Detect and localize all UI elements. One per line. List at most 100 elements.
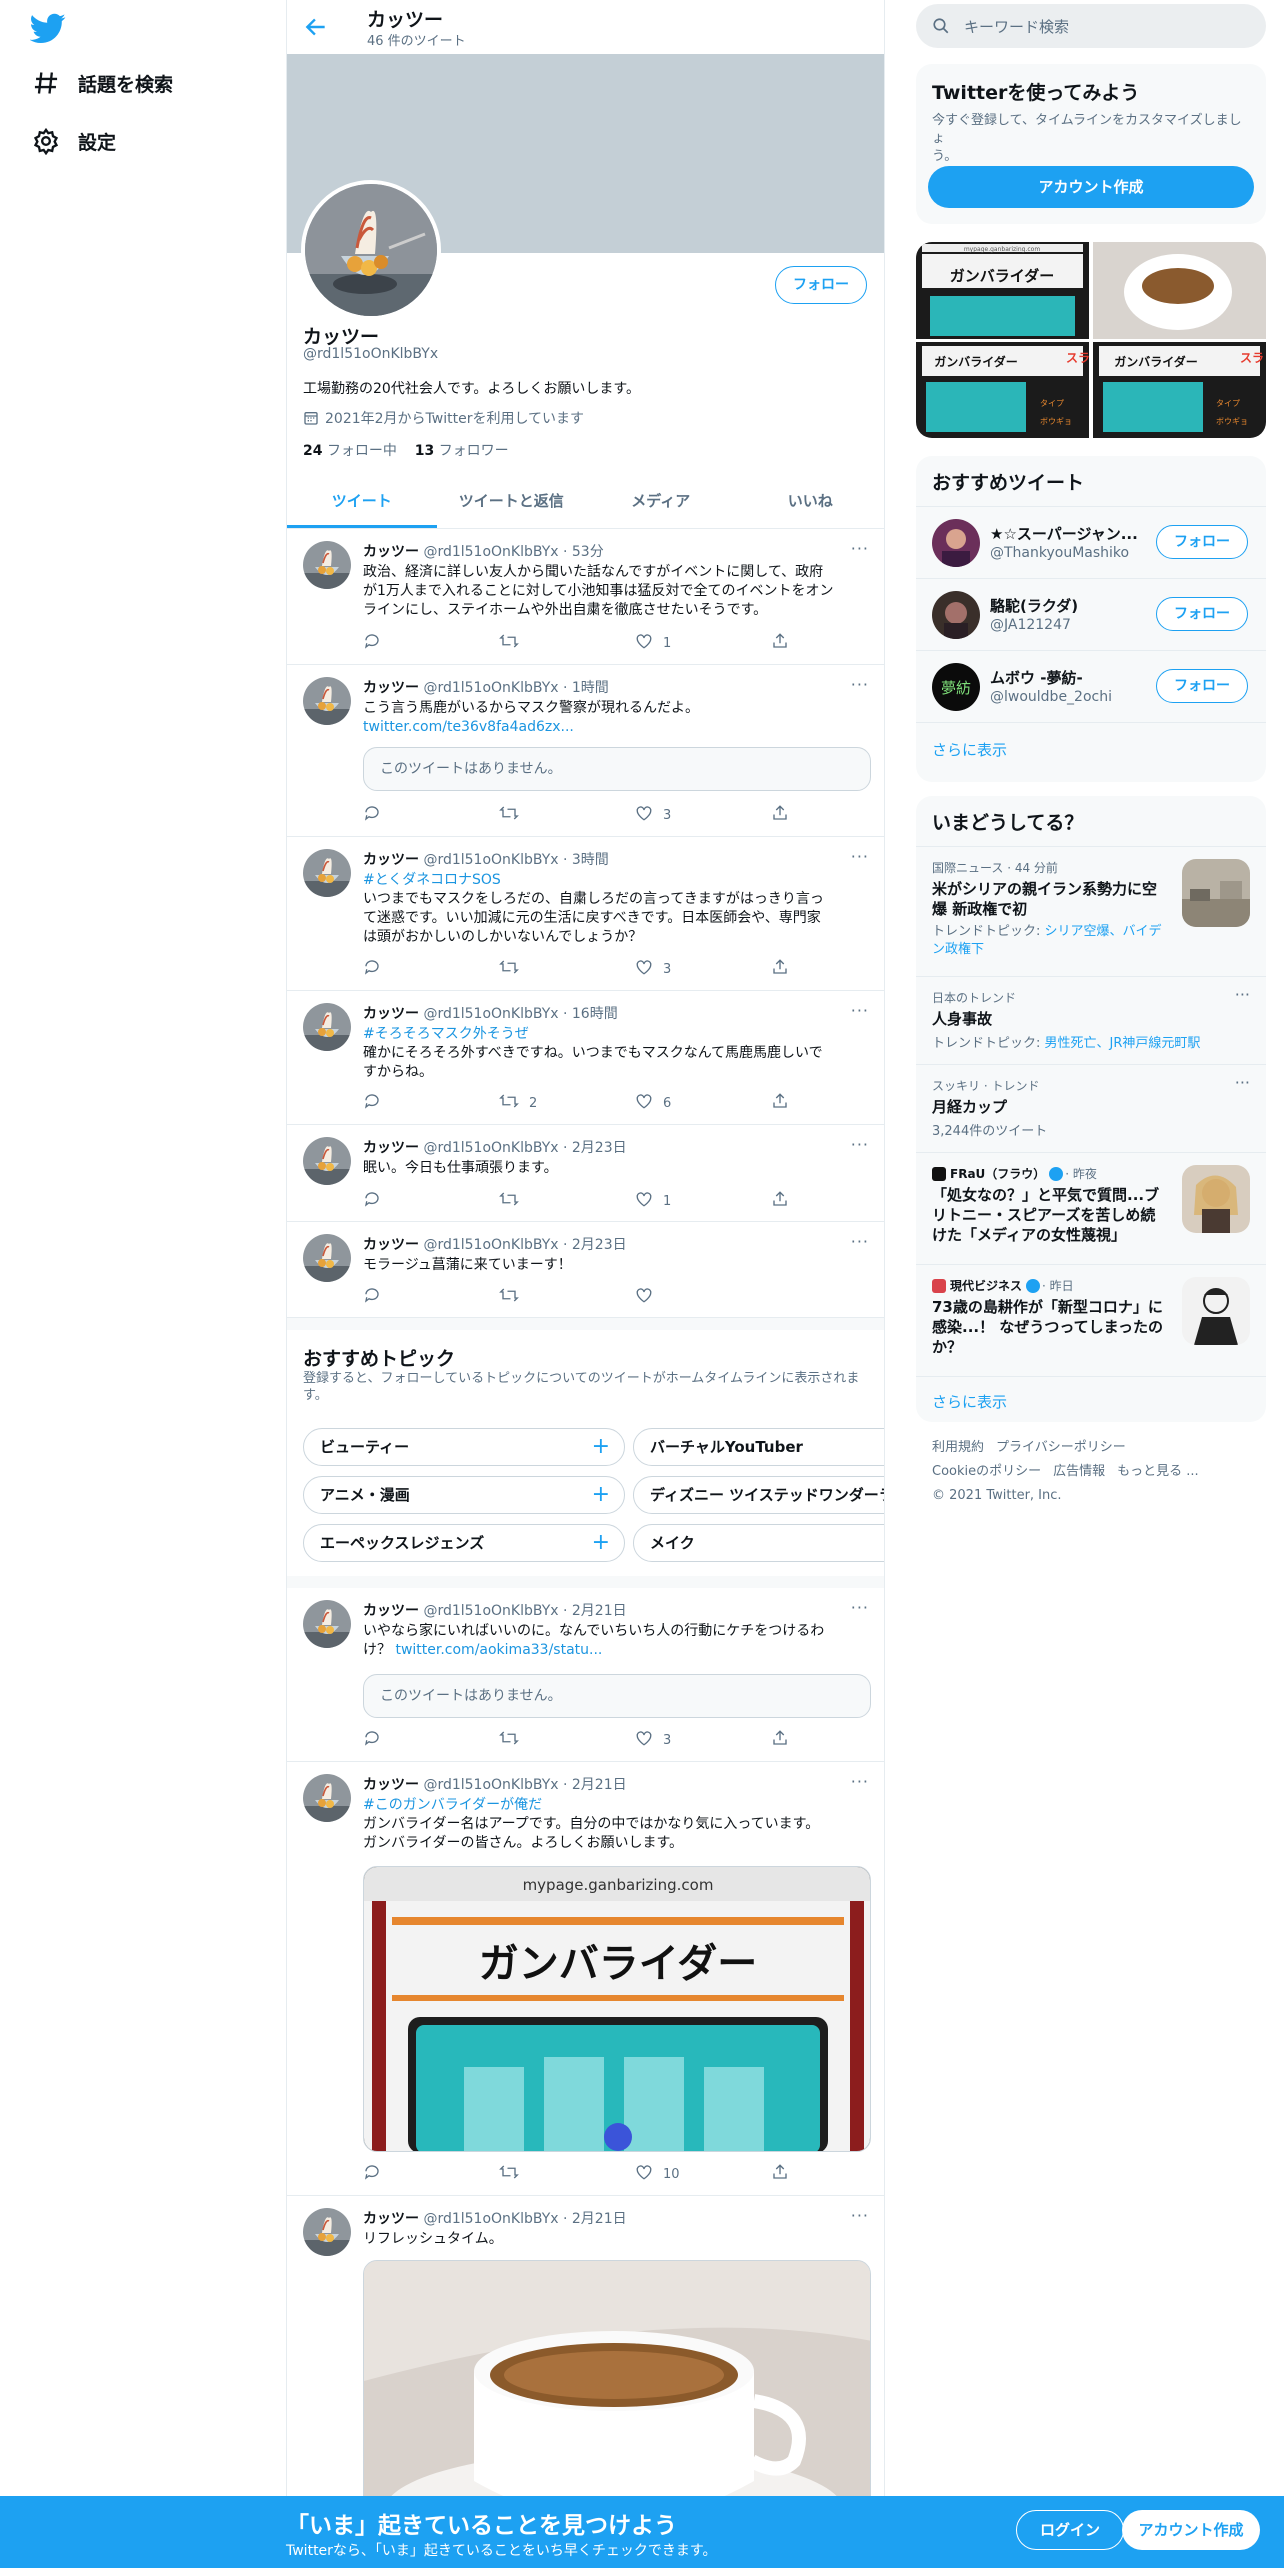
more-icon[interactable]: ··· — [851, 1232, 869, 1251]
more-icon[interactable]: ··· — [851, 675, 869, 694]
avatar[interactable] — [303, 1137, 351, 1185]
tweet[interactable]: カッツー @rd1l51oOnKlbBYx · 2月21日 ··· いやなら家にいれ… — [287, 1588, 884, 1762]
tweet[interactable]: カッツー @rd1l51oOnKlbBYx · 2月21日 ··· #このガンバライ… — [287, 1762, 884, 2196]
footer-link[interactable]: プライバシーポリシー — [996, 1440, 1126, 1455]
reply-button[interactable] — [363, 1287, 381, 1307]
footer-link[interactable]: もっと見る ... — [1117, 1464, 1199, 1479]
avatar[interactable] — [303, 1774, 351, 1822]
reply-button[interactable] — [363, 1730, 381, 1750]
tweet-handle-time[interactable]: @rd1l51oOnKlbBYx · 1時間 — [423, 680, 608, 696]
reply-button[interactable] — [363, 633, 381, 653]
footer-link[interactable]: 広告情報 — [1053, 1464, 1105, 1479]
hashtag-link[interactable]: #このガンバライダーが俺だ — [363, 1796, 871, 1815]
topic-chip[interactable]: エーペックスレジェンズ + — [303, 1524, 625, 1562]
more-icon[interactable]: ··· — [1235, 1073, 1250, 1092]
profile-avatar[interactable] — [301, 180, 441, 320]
twitter-bird-icon[interactable] — [30, 10, 66, 46]
topic-chip[interactable]: バーチャルYouTuber — [633, 1428, 884, 1466]
tweet-handle-time[interactable]: @rd1l51oOnKlbBYx · 2月23日 — [423, 1140, 626, 1156]
tab-likes[interactable]: いいね — [736, 475, 885, 528]
follow-button[interactable]: フォロー — [775, 266, 867, 304]
topic-chip[interactable]: メイク — [633, 1524, 884, 1562]
tweet-handle-time[interactable]: @rd1l51oOnKlbBYx · 3時間 — [423, 852, 608, 868]
tweet-handle-time[interactable]: @rd1l51oOnKlbBYx · 2月21日 — [423, 2211, 626, 2227]
more-icon[interactable]: ··· — [1235, 985, 1250, 1004]
tweet[interactable]: カッツー @rd1l51oOnKlbBYx · 1時間 ··· こう言う馬鹿がいるか… — [287, 665, 884, 837]
more-icon[interactable]: ··· — [851, 1135, 869, 1154]
tweet-handle-time[interactable]: @rd1l51oOnKlbBYx · 2月21日 — [423, 1777, 626, 1793]
show-more-link[interactable]: さらに表示 — [932, 1391, 1007, 1412]
show-more-link[interactable]: さらに表示 — [932, 739, 1007, 760]
tweet[interactable]: カッツー @rd1l51oOnKlbBYx · 53分 ··· 政治、経済に詳しい友… — [287, 529, 884, 665]
tweet[interactable]: カッツー @rd1l51oOnKlbBYx · 16時間 ··· #そろそろマスク外… — [287, 991, 884, 1125]
avatar[interactable]: 夢紡 — [932, 663, 980, 711]
reply-button[interactable] — [363, 959, 381, 979]
nav-settings[interactable]: 設定 — [32, 121, 116, 161]
login-button[interactable]: ログイン — [1016, 2510, 1124, 2550]
reply-button[interactable] — [363, 805, 381, 825]
tweet-image[interactable] — [363, 2260, 871, 2520]
retweet-button[interactable] — [499, 2164, 519, 2184]
share-button[interactable] — [771, 1191, 789, 1211]
tab-tweets-replies[interactable]: ツイートと返信 — [437, 475, 587, 528]
more-icon[interactable]: ··· — [851, 2206, 869, 2225]
retweet-button[interactable]: 2 — [499, 1093, 537, 1113]
tab-tweets[interactable]: ツイート — [287, 475, 437, 528]
followers-link[interactable]: 13 フォロワー — [415, 443, 509, 459]
tweet-link[interactable]: twitter.com/aokima33/statu... — [395, 1642, 602, 1658]
recommended-user[interactable]: 駱駝(ラクダ) @JA121247 フォロー — [916, 578, 1266, 650]
like-button[interactable]: 6 — [635, 1093, 671, 1113]
like-button[interactable]: 3 — [635, 1730, 671, 1750]
like-button[interactable]: 1 — [635, 633, 671, 653]
following-link[interactable]: 24 フォロー中 — [303, 443, 397, 459]
like-button[interactable]: 1 — [635, 1191, 671, 1211]
topic-chip[interactable]: アニメ・漫画 + — [303, 1476, 625, 1514]
tweet[interactable]: カッツー @rd1l51oOnKlbBYx · 2月23日 ··· 眠い。今日も仕事… — [287, 1125, 884, 1222]
reply-button[interactable] — [363, 1191, 381, 1211]
tweet-handle-time[interactable]: @rd1l51oOnKlbBYx · 2月21日 — [423, 1603, 626, 1619]
follow-button[interactable]: フォロー — [1156, 669, 1248, 703]
trend-item[interactable]: FRaU（フラウ） · 昨夜 「処女なの？」と平気で質問...ブ リトニー・スピア… — [916, 1152, 1266, 1264]
tweet[interactable]: カッツー @rd1l51oOnKlbBYx · 2月21日 ··· リフレッシュタイ… — [287, 2196, 884, 2520]
share-button[interactable] — [771, 1093, 789, 1113]
avatar[interactable] — [303, 677, 351, 725]
share-button[interactable] — [771, 1730, 789, 1750]
tweet-author-name[interactable]: カッツー — [363, 1140, 419, 1156]
search-input[interactable]: キーワード検索 — [916, 4, 1266, 48]
like-button[interactable]: 3 — [635, 959, 671, 979]
share-button[interactable] — [771, 2164, 789, 2184]
retweet-button[interactable] — [499, 959, 519, 979]
tweet-handle-time[interactable]: @rd1l51oOnKlbBYx · 16時間 — [423, 1006, 617, 1022]
topic-chip[interactable]: ビューティー + — [303, 1428, 625, 1466]
tweet-link[interactable]: twitter.com/te36v8fa4ad6zx... — [363, 718, 871, 737]
retweet-button[interactable] — [499, 1730, 519, 1750]
avatar[interactable] — [303, 2208, 351, 2256]
avatar[interactable] — [303, 1600, 351, 1648]
quoted-tweet-unavailable[interactable]: このツイートはありません。 — [363, 1674, 871, 1718]
recommended-user[interactable]: ★☆スーパージャン... @ThankyouMashiko フォロー — [916, 506, 1266, 578]
more-icon[interactable]: ··· — [851, 539, 869, 558]
hashtag-link[interactable]: #とくダネコロナSOS — [363, 871, 871, 890]
trend-item[interactable]: スッキリ · トレンド ··· 月経カップ 3,244件のツイート — [916, 1064, 1266, 1152]
signup-button[interactable]: アカウント作成 — [1122, 2510, 1260, 2550]
footer-link[interactable]: Cookieのポリシー — [932, 1464, 1041, 1479]
tweet-author-name[interactable]: カッツー — [363, 1237, 419, 1253]
tweet-author-name[interactable]: カッツー — [363, 1603, 419, 1619]
share-button[interactable] — [771, 805, 789, 825]
trend-item[interactable]: 日本のトレンド ··· 人身事故 トレンドトピック: 男性死亡、JR神戸線元町駅 — [916, 976, 1266, 1064]
like-button[interactable]: 3 — [635, 805, 671, 825]
follow-button[interactable]: フォロー — [1156, 525, 1248, 559]
trend-item[interactable]: 国際ニュース · 44 分前 米がシリアの親イラン系勢力に空爆 新政権で初 トレ… — [916, 846, 1266, 976]
tweet-author-name[interactable]: カッツー — [363, 1777, 419, 1793]
create-account-button[interactable]: アカウント作成 — [928, 166, 1254, 208]
tweet-author-name[interactable]: カッツー — [363, 2211, 419, 2227]
more-icon[interactable]: ··· — [851, 1598, 869, 1617]
more-icon[interactable]: ··· — [851, 847, 869, 866]
share-button[interactable] — [771, 633, 789, 653]
retweet-button[interactable] — [499, 1287, 519, 1307]
tweet-handle-time[interactable]: @rd1l51oOnKlbBYx · 2月23日 — [423, 1237, 626, 1253]
tweet-author-name[interactable]: カッツー — [363, 680, 419, 696]
like-button[interactable]: 10 — [635, 2164, 680, 2184]
tweet-author-name[interactable]: カッツー — [363, 1006, 419, 1022]
avatar[interactable] — [932, 519, 980, 567]
